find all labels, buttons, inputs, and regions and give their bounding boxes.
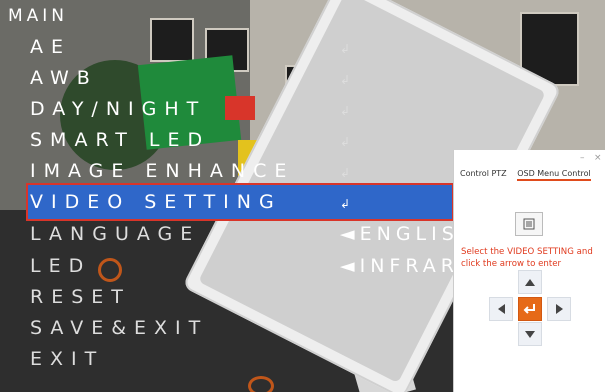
control-tabs: Control PTZ OSD Menu Control: [460, 169, 599, 181]
osd-item-smart-led[interactable]: SMART LED: [30, 129, 210, 151]
enter-icon: ↲: [340, 166, 351, 180]
arrow-right-icon: [555, 304, 563, 314]
enter-icon: ↲: [340, 135, 351, 149]
tab-control-ptz[interactable]: Control PTZ: [460, 169, 507, 179]
arrow-up-icon: [525, 278, 535, 286]
close-button[interactable]: ×: [594, 153, 602, 163]
osd-item-led[interactable]: LED: [30, 255, 91, 277]
menu-icon: [523, 218, 535, 230]
arrow-down-icon: [525, 330, 535, 338]
instruction-text: Select the VIDEO SETTING and click the a…: [461, 247, 593, 269]
enter-icon: ↲: [340, 42, 351, 56]
osd-item-awb[interactable]: AWB: [30, 67, 98, 89]
osd-item-exit[interactable]: EXIT: [30, 348, 104, 370]
manhole: [98, 258, 122, 282]
screen: MAIN AE ↲ AWB ↲ DAY/NIGHT ↲ SMART LED ↲ …: [0, 0, 605, 392]
enter-icon: ↲: [340, 197, 351, 211]
enter-icon: ↲: [340, 73, 351, 87]
manhole: [248, 376, 274, 392]
osd-item-save-exit[interactable]: SAVE&EXIT: [30, 317, 208, 339]
arrow-left-icon: [497, 304, 505, 314]
right-button[interactable]: [547, 297, 571, 321]
down-button[interactable]: [518, 322, 542, 346]
osd-item-ae[interactable]: AE: [30, 36, 71, 58]
osd-item-reset[interactable]: RESET: [30, 286, 131, 308]
tab-osd-menu-control[interactable]: OSD Menu Control: [517, 169, 591, 181]
osd-language-value: ◄ENGLIS: [340, 223, 459, 245]
osd-item-day-night[interactable]: DAY/NIGHT: [30, 98, 206, 120]
osd-item-video-setting[interactable]: VIDEO SETTING: [30, 191, 282, 213]
osd-control-window: – × Control PTZ OSD Menu Control Select …: [453, 150, 605, 392]
osd-menu-button[interactable]: [515, 212, 543, 236]
osd-title: MAIN: [8, 6, 69, 26]
left-button[interactable]: [489, 297, 513, 321]
osd-item-language[interactable]: LANGUAGE: [30, 223, 200, 245]
building-window: [150, 18, 194, 62]
shop-sign-red: [225, 96, 255, 120]
enter-button[interactable]: [518, 297, 542, 321]
up-button[interactable]: [518, 270, 542, 294]
osd-led-value: ◄INFRAR: [340, 255, 459, 277]
minimize-button[interactable]: –: [580, 153, 585, 163]
enter-icon: ↲: [340, 104, 351, 118]
enter-icon: [523, 304, 535, 314]
osd-item-image-enhance[interactable]: IMAGE ENHANCE: [30, 160, 294, 182]
